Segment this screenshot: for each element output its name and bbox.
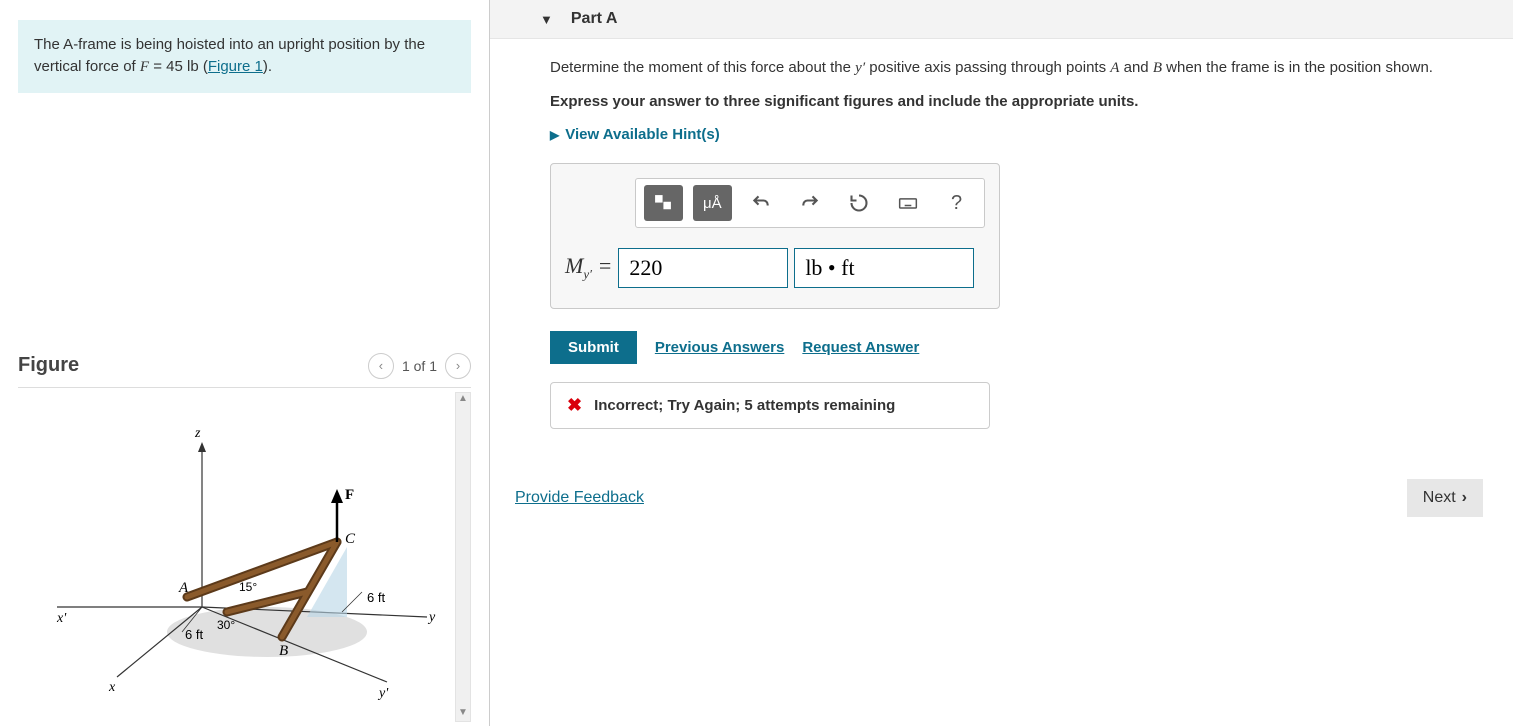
figure-counter: 1 of 1 — [402, 358, 437, 374]
next-label: Next — [1423, 489, 1456, 507]
point-c-label: C — [345, 531, 356, 547]
part-body: Determine the moment of this force about… — [490, 39, 1513, 517]
answer-instruction: Express your answer to three significant… — [550, 93, 1483, 110]
figure-link[interactable]: Figure 1 — [208, 58, 263, 75]
scroll-down-icon[interactable]: ▼ — [456, 707, 470, 721]
paren-open: ( — [199, 58, 208, 75]
redo-button[interactable] — [791, 185, 830, 221]
figure-next-button[interactable]: › — [445, 353, 471, 379]
force-label: F — [345, 487, 354, 503]
next-button[interactable]: Next › — [1407, 479, 1483, 517]
answer-variable: My′ = — [565, 253, 612, 282]
undo-button[interactable] — [742, 185, 781, 221]
axis-z-label: z — [194, 426, 201, 441]
q-yprime: y′ — [855, 60, 865, 76]
answer-value-input[interactable] — [618, 248, 788, 288]
q-seg-4: when the frame is in the position shown. — [1162, 59, 1433, 76]
angle-30: 30° — [217, 618, 235, 632]
figure-body: z x' x y y' F — [18, 392, 471, 722]
part-title: Part A — [571, 10, 618, 28]
chevron-right-icon: ▶ — [550, 128, 559, 142]
hints-toggle[interactable]: ▶ View Available Hint(s) — [550, 126, 1483, 143]
question-text: Determine the moment of this force about… — [550, 57, 1483, 79]
point-a-label: A — [178, 580, 189, 596]
dim-6ft-left: 6 ft — [185, 627, 203, 642]
figure-scrollbar[interactable]: ▲ ▼ — [455, 392, 471, 722]
angle-15: 15° — [239, 580, 257, 594]
answer-row: My′ = — [565, 248, 985, 288]
answer-unit-input[interactable] — [794, 248, 974, 288]
incorrect-icon: ✖ — [567, 395, 582, 416]
q-seg-3: and — [1119, 59, 1152, 76]
axis-yprime-label: y' — [377, 686, 389, 701]
provide-feedback-link[interactable]: Provide Feedback — [515, 489, 644, 507]
scroll-up-icon[interactable]: ▲ — [456, 393, 470, 407]
answer-panel: μÅ ? My′ = — [550, 163, 1000, 309]
aframe-diagram: z x' x y y' F — [27, 407, 447, 707]
dim-6ft-right: 6 ft — [367, 590, 385, 605]
figure-prev-button[interactable]: ‹ — [368, 353, 394, 379]
figure-nav: ‹ 1 of 1 › — [368, 353, 471, 379]
axis-xprime-label: x' — [56, 611, 67, 626]
problem-statement: The A-frame is being hoisted into an upr… — [18, 20, 471, 93]
force-variable: F — [140, 59, 149, 75]
help-button[interactable]: ? — [937, 185, 976, 221]
submit-row: Submit Previous Answers Request Answer — [550, 331, 1483, 364]
axis-y-label: y — [427, 610, 436, 625]
point-b-label: B — [279, 643, 288, 659]
q-B: B — [1153, 60, 1162, 76]
right-panel: ▼ Part A Determine the moment of this fo… — [490, 0, 1533, 726]
figure-title: Figure — [18, 354, 79, 377]
keyboard-button[interactable] — [888, 185, 927, 221]
units-button[interactable]: μÅ — [693, 185, 732, 221]
axis-x-label: x — [108, 680, 116, 695]
force-value: = 45 lb — [149, 58, 199, 75]
hints-label: View Available Hint(s) — [565, 126, 720, 143]
collapse-caret-icon[interactable]: ▼ — [540, 12, 553, 27]
equation-toolbar: μÅ ? — [635, 178, 985, 228]
previous-answers-link[interactable]: Previous Answers — [655, 339, 785, 356]
paren-close: ). — [263, 58, 272, 75]
q-seg-2: positive axis passing through points — [865, 59, 1110, 76]
request-answer-link[interactable]: Request Answer — [802, 339, 919, 356]
footer-row: Provide Feedback Next › — [550, 479, 1483, 517]
q-seg-1: Determine the moment of this force about… — [550, 59, 855, 76]
figure-header: Figure ‹ 1 of 1 › — [18, 353, 471, 388]
submit-button[interactable]: Submit — [550, 331, 637, 364]
feedback-text: Incorrect; Try Again; 5 attempts remaini… — [594, 397, 895, 414]
left-panel: The A-frame is being hoisted into an upr… — [0, 0, 490, 726]
template-button[interactable] — [644, 185, 683, 221]
part-header[interactable]: ▼ Part A — [490, 0, 1513, 39]
reset-button[interactable] — [839, 185, 878, 221]
feedback-box: ✖ Incorrect; Try Again; 5 attempts remai… — [550, 382, 990, 429]
chevron-right-icon: › — [1462, 489, 1467, 507]
